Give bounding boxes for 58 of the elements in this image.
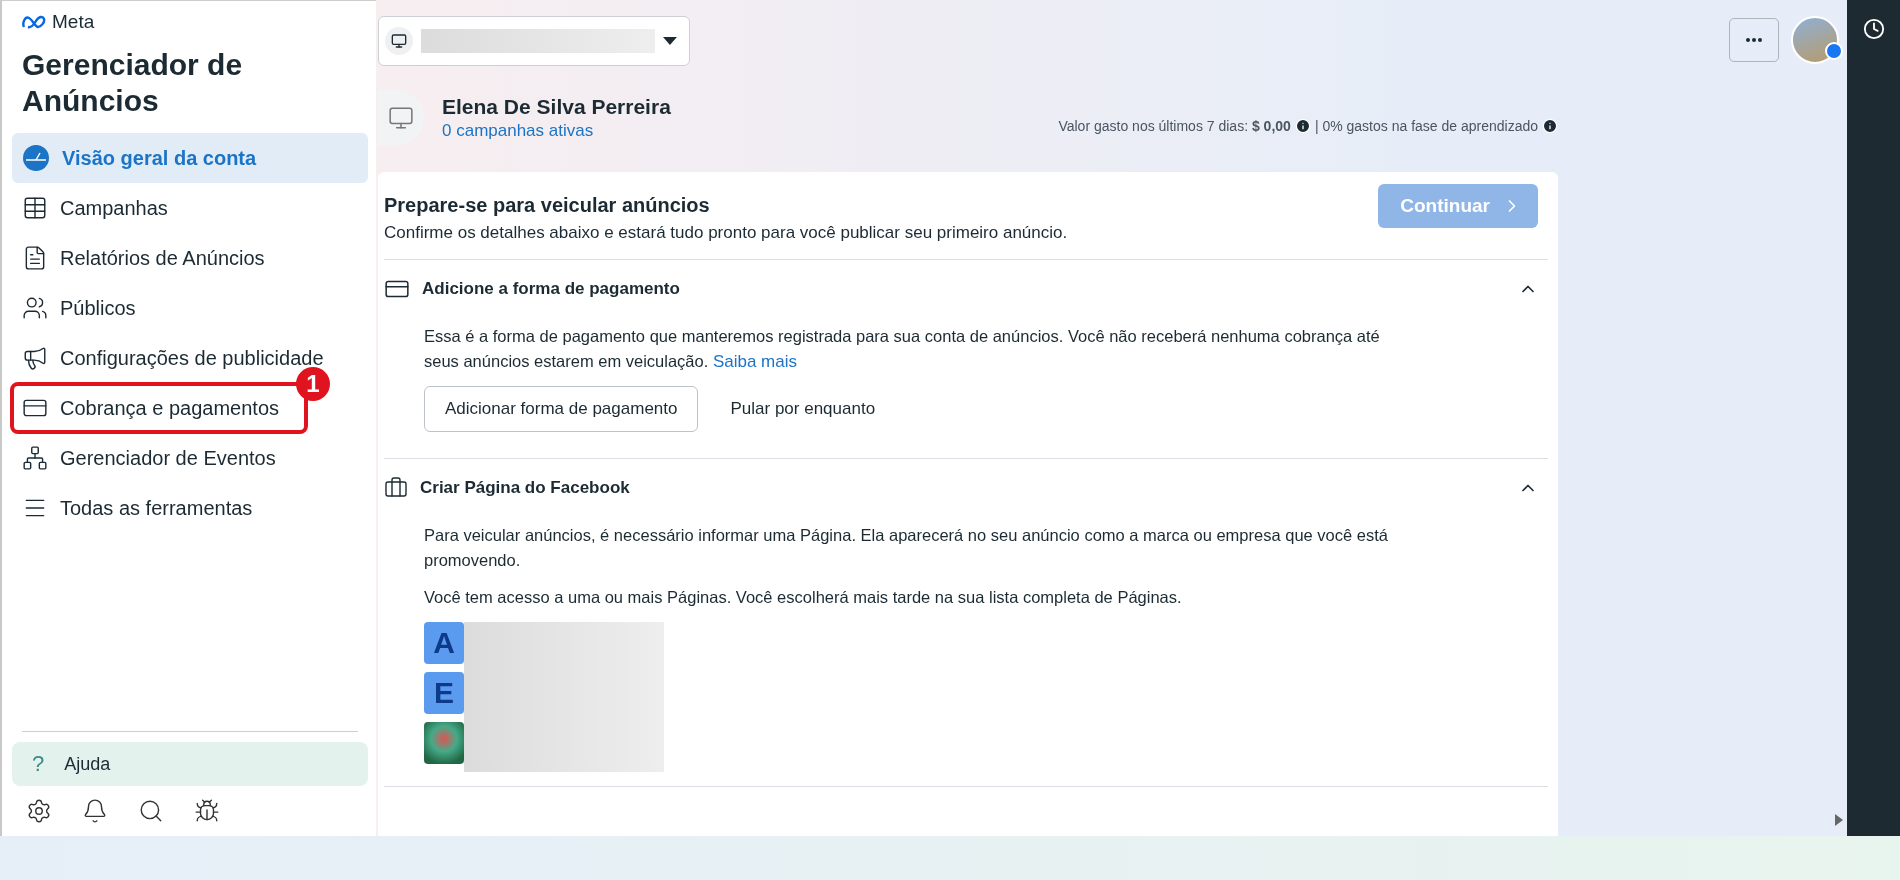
bell-icon[interactable] bbox=[82, 798, 108, 824]
clock-icon[interactable] bbox=[1862, 18, 1885, 40]
app-title: Gerenciador de Anúncios bbox=[21, 47, 244, 119]
page-avatar[interactable]: A bbox=[424, 622, 464, 664]
search-icon[interactable] bbox=[138, 798, 164, 824]
nav-item[interactable]: Todas as ferramentas bbox=[12, 483, 368, 533]
setup-title: Prepare-se para veicular anúncios bbox=[384, 194, 711, 217]
learn-more-link[interactable]: Saiba mais bbox=[712, 352, 797, 371]
briefcase-icon bbox=[384, 476, 408, 500]
section-header[interactable]: Adicione a forma de pagamento bbox=[384, 260, 1548, 318]
section-text: Você tem acesso a uma ou mais Páginas. Você escolherá mais tarde na sua lista completa de Páginas. bbox=[424, 587, 1183, 608]
step-badge: 1 bbox=[296, 367, 330, 401]
gauge-icon bbox=[22, 144, 50, 172]
section-title: Criar Página do Facebook bbox=[420, 478, 631, 498]
nav-label: Configurações de publicidade bbox=[60, 346, 324, 370]
campaigns-link[interactable]: 0 campanhas ativas bbox=[442, 121, 594, 140]
setup-subtitle: Confirme os detalhes abaixo e estará tudo pronto para você publicar seu primeiro anúncio. bbox=[384, 223, 1068, 243]
network-icon bbox=[22, 445, 48, 471]
monitor-icon bbox=[388, 105, 414, 131]
stat-text: | 0% gastos na fase de aprendizado bbox=[1314, 118, 1538, 134]
nav-label: Relatórios de Anúncios bbox=[60, 246, 265, 270]
account-name: Elena De Silva Perreira bbox=[442, 95, 671, 119]
megaphone-icon bbox=[22, 345, 48, 371]
stat-text: Valor gasto nos últimos 7 dias: $ 0,00 bbox=[1058, 118, 1291, 134]
nav-item[interactable]: Campanhas bbox=[12, 183, 368, 233]
nav-item[interactable]: Visão geral da conta bbox=[12, 133, 368, 183]
table-icon bbox=[22, 195, 48, 221]
section-title: Adicione a forma de pagamento bbox=[422, 279, 681, 299]
people-icon bbox=[22, 295, 48, 321]
nav-item[interactable]: Públicos bbox=[12, 283, 368, 333]
page-avatar[interactable]: E bbox=[424, 672, 464, 714]
question-icon: ? bbox=[32, 751, 45, 777]
info-icon[interactable] bbox=[1294, 118, 1311, 134]
info-icon[interactable] bbox=[1542, 118, 1558, 134]
nav-label: Campanhas bbox=[60, 196, 168, 220]
nav-item[interactable]: Gerenciador de Eventos bbox=[12, 433, 368, 483]
section-text: Para veicular anúncios, é necessário informar uma Página. Ela aparecerá no seu anúncio como a marca ou empresa que você está promovendo. bbox=[424, 525, 1389, 571]
more-icon bbox=[1746, 38, 1762, 42]
nav-label: Cobrança e pagamentos bbox=[60, 396, 280, 420]
brand-name: Meta bbox=[52, 11, 95, 33]
nav-label: Públicos bbox=[60, 296, 136, 320]
caret-icon bbox=[663, 37, 677, 45]
monitor-icon bbox=[390, 33, 407, 49]
nav-item[interactable]: Relatórios de Anúncios bbox=[12, 233, 368, 283]
section-text: Essa é a forma de pagamento que manteremos registrada para sua conta de anúncios. Você não receberá nenhuma cobrança até seus anúncios estarem em veiculação. Saiba mais bbox=[424, 326, 1381, 373]
nav-label: Todas as ferramentas bbox=[60, 496, 253, 520]
scroll-arrow-icon[interactable] bbox=[1835, 814, 1843, 826]
section-header[interactable]: Criar Página do Facebook bbox=[384, 459, 1548, 517]
nav-item[interactable]: Cobrança e pagamentos bbox=[12, 383, 280, 433]
help-item[interactable]: ? Ajuda bbox=[12, 742, 368, 786]
bug-icon[interactable] bbox=[194, 798, 220, 824]
nav-label: Gerenciador de Eventos bbox=[60, 446, 276, 470]
meta-logo-icon bbox=[22, 15, 48, 29]
skip-button[interactable]: Pular por enquanto bbox=[724, 398, 882, 420]
settings-icon[interactable] bbox=[26, 798, 52, 824]
facebook-badge-icon bbox=[1825, 42, 1843, 60]
add-payment-button[interactable]: Adicionar forma de pagamento bbox=[424, 386, 699, 432]
nav-label: Visão geral da conta bbox=[62, 146, 257, 170]
